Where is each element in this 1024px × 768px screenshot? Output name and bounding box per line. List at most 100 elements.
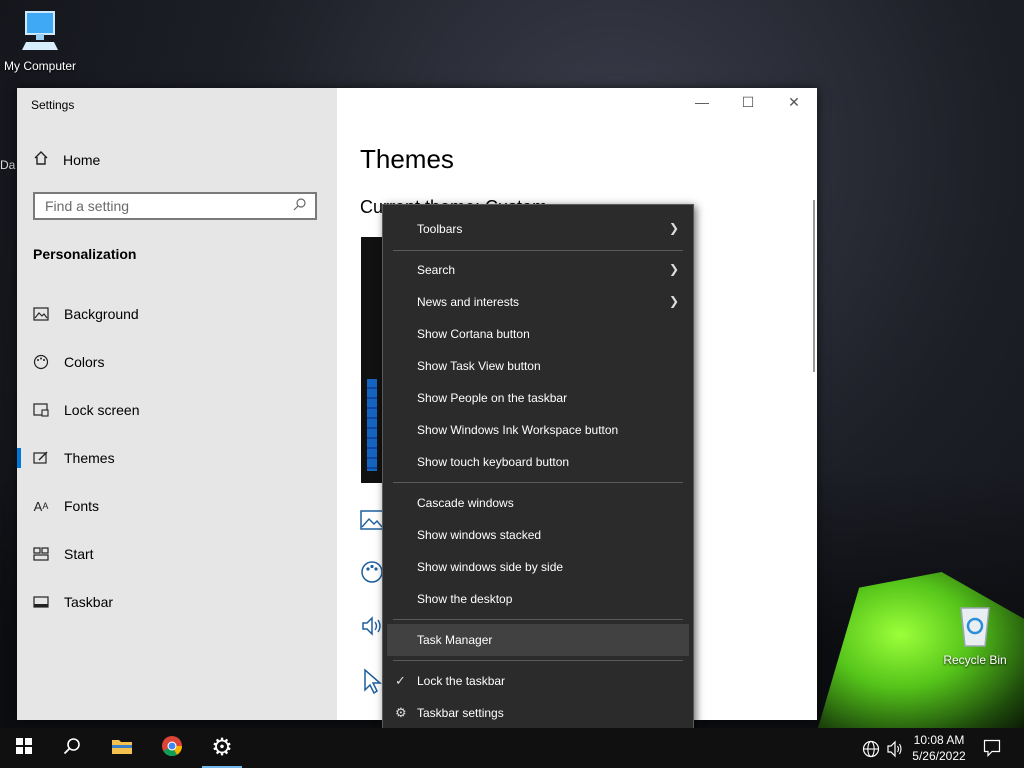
image-icon xyxy=(33,306,49,322)
checkmark-icon: ✓ xyxy=(395,673,406,688)
find-setting-input[interactable]: Find a setting xyxy=(33,192,317,220)
close-button[interactable]: ✕ xyxy=(771,94,817,111)
settings-taskbar-button[interactable]: ⚙ xyxy=(198,728,246,768)
search-placeholder: Find a setting xyxy=(45,198,130,214)
home-icon xyxy=(33,150,49,169)
sidebar-item-colors[interactable]: Colors xyxy=(17,338,337,386)
menu-item-label: Show touch keyboard button xyxy=(417,455,570,469)
menu-item-label: Show windows stacked xyxy=(417,528,542,542)
menu-separator xyxy=(393,482,683,483)
personalization-nav: Background Colors Lock screen Themes AA … xyxy=(17,290,337,626)
menu-item-stacked[interactable]: Show windows stacked xyxy=(387,519,689,551)
my-computer-shortcut[interactable]: My Computer xyxy=(0,10,80,73)
recycle-bin-shortcut[interactable]: Recycle Bin xyxy=(935,602,1015,667)
menu-item-search[interactable]: Search ❯ xyxy=(387,254,689,286)
sidebar-item-label: Themes xyxy=(64,450,115,466)
sound-option-icon[interactable] xyxy=(360,614,384,638)
sidebar-item-label: Lock screen xyxy=(64,402,140,418)
palette-icon xyxy=(33,354,49,370)
chevron-right-icon: ❯ xyxy=(668,294,679,308)
sidebar-item-fonts[interactable]: AA Fonts xyxy=(17,482,337,530)
chevron-right-icon: ❯ xyxy=(668,262,679,276)
sidebar-item-label: Colors xyxy=(64,354,105,370)
recycle-bin-label: Recycle Bin xyxy=(943,653,1007,667)
menu-item-label: Show Task View button xyxy=(417,359,541,373)
taskbar: ⚙ 10:08 AM 5/26/2022 xyxy=(0,728,1024,768)
volume-icon[interactable] xyxy=(886,740,904,763)
taskbar-icon xyxy=(33,594,49,610)
menu-item-label: Task Manager xyxy=(417,633,493,647)
sidebar-item-label: Start xyxy=(64,546,94,562)
sidebar-item-background[interactable]: Background xyxy=(17,290,337,338)
sidebar-item-label: Fonts xyxy=(64,498,100,514)
start-button[interactable] xyxy=(0,728,48,768)
window-title: Settings xyxy=(31,98,75,112)
menu-separator xyxy=(393,619,683,620)
menu-item-label: Show the desktop xyxy=(417,592,513,606)
chrome-button[interactable] xyxy=(148,728,196,768)
color-option-icon[interactable] xyxy=(360,560,384,584)
main-scrollbar[interactable] xyxy=(813,200,815,372)
folder-icon xyxy=(111,737,133,760)
menu-item-label: Toolbars xyxy=(417,222,463,236)
menu-item-taskbar-settings[interactable]: ⚙ Taskbar settings xyxy=(387,697,689,729)
maximize-button[interactable]: ☐ xyxy=(725,94,771,111)
desktop-clipped-label: Da xyxy=(0,158,16,172)
menu-item-task-manager[interactable]: Task Manager xyxy=(387,624,689,656)
themes-icon xyxy=(33,450,49,466)
lock-screen-icon xyxy=(33,402,49,418)
background-option-icon[interactable] xyxy=(360,510,384,534)
menu-item-show-cortana[interactable]: Show Cortana button xyxy=(387,318,689,350)
taskbar-clock[interactable]: 10:08 AM 5/26/2022 xyxy=(904,732,974,764)
menu-item-label: Taskbar settings xyxy=(417,706,504,720)
network-icon[interactable] xyxy=(862,740,880,763)
start-icon xyxy=(33,546,49,562)
search-icon xyxy=(293,197,307,216)
menu-separator xyxy=(393,660,683,661)
minimize-button[interactable]: — xyxy=(679,94,725,110)
menu-item-label: News and interests xyxy=(417,295,520,309)
sidebar-item-themes[interactable]: Themes xyxy=(17,434,337,482)
windows-logo-icon xyxy=(16,737,32,759)
settings-sidebar: Settings Home Find a setting Personaliza… xyxy=(17,88,337,720)
sidebar-item-lock-screen[interactable]: Lock screen xyxy=(17,386,337,434)
taskbar-search-button[interactable] xyxy=(48,728,96,768)
clock-time: 10:08 AM xyxy=(913,733,965,747)
chevron-right-icon: ❯ xyxy=(668,221,679,235)
fonts-icon: AA xyxy=(33,498,49,514)
home-link[interactable]: Home xyxy=(33,150,100,169)
recycle-bin-icon xyxy=(935,602,1015,651)
page-title: Themes xyxy=(360,144,454,174)
menu-item-label: Lock the taskbar xyxy=(417,674,506,688)
section-title: Personalization xyxy=(33,246,137,262)
menu-item-label: Show Cortana button xyxy=(417,327,530,341)
sidebar-item-label: Background xyxy=(64,306,139,322)
menu-item-label: Show Windows Ink Workspace button xyxy=(417,423,619,437)
sidebar-item-taskbar[interactable]: Taskbar xyxy=(17,578,337,626)
my-computer-label: My Computer xyxy=(3,59,77,73)
menu-item-label: Search xyxy=(417,263,456,277)
menu-item-label: Show People on the taskbar xyxy=(417,391,568,405)
sidebar-item-label: Taskbar xyxy=(64,594,114,610)
menu-item-label: Cascade windows xyxy=(417,496,514,510)
cursor-option-icon[interactable] xyxy=(360,668,384,695)
menu-item-show-ink-workspace[interactable]: Show Windows Ink Workspace button xyxy=(387,414,689,446)
menu-item-side-by-side[interactable]: Show windows side by side xyxy=(387,551,689,583)
menu-item-show-people[interactable]: Show People on the taskbar xyxy=(387,382,689,414)
action-center-icon[interactable] xyxy=(983,739,1001,762)
menu-item-cascade-windows[interactable]: Cascade windows xyxy=(387,487,689,519)
theme-preview xyxy=(361,237,383,483)
menu-item-news-and-interests[interactable]: News and interests ❯ xyxy=(387,286,689,318)
menu-item-lock-taskbar[interactable]: ✓ Lock the taskbar xyxy=(387,665,689,697)
menu-item-toolbars[interactable]: Toolbars ❯ xyxy=(387,213,689,245)
sidebar-item-start[interactable]: Start xyxy=(17,530,337,578)
menu-item-label: Show windows side by side xyxy=(417,560,564,574)
menu-item-show-touch-keyboard[interactable]: Show touch keyboard button xyxy=(387,446,689,478)
menu-item-show-task-view[interactable]: Show Task View button xyxy=(387,350,689,382)
menu-item-show-desktop[interactable]: Show the desktop xyxy=(387,583,689,615)
home-label: Home xyxy=(63,151,101,168)
gear-icon: ⚙ xyxy=(395,705,407,720)
file-explorer-button[interactable] xyxy=(98,728,146,768)
gear-icon: ⚙ xyxy=(211,734,233,761)
chrome-icon xyxy=(161,735,183,762)
